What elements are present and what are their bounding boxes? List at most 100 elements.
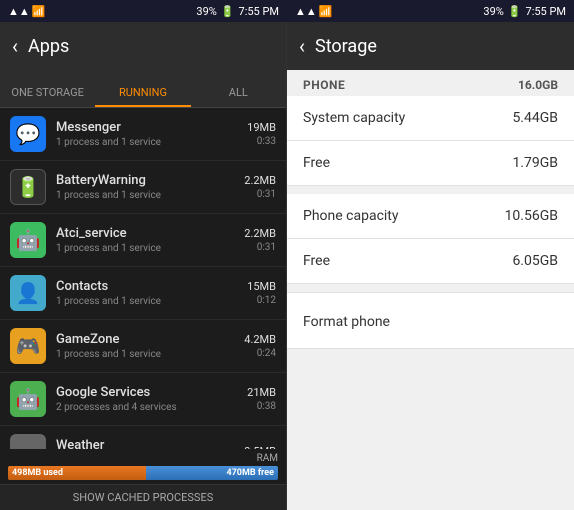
app-name: Contacts bbox=[56, 279, 247, 294]
tab-running[interactable]: RUNNING bbox=[95, 86, 190, 107]
app-time: 0:12 bbox=[247, 295, 276, 306]
right-time: 7:55 PM bbox=[526, 5, 566, 18]
list-item[interactable]: 🔋 BatteryWarning 1 process and 1 service… bbox=[0, 161, 286, 214]
show-cached-button[interactable]: SHOW CACHED PROCESSES bbox=[0, 484, 286, 510]
storage-item-free2: Free 6.05GB bbox=[287, 239, 574, 284]
app-size: 2.2MB bbox=[244, 174, 276, 187]
apps-header: ‹ Apps bbox=[0, 22, 286, 70]
app-time: 0:24 bbox=[244, 348, 276, 359]
storage-value: 10.56GB bbox=[505, 208, 558, 224]
app-info-atci: Atci_service 1 process and 1 service bbox=[56, 226, 244, 254]
app-icon-google: 🤖 bbox=[10, 381, 46, 417]
ram-bar: 498MB used 470MB free bbox=[8, 466, 278, 480]
app-desc: 1 process and 1 service bbox=[56, 190, 244, 201]
phone-section-label: PHONE bbox=[303, 78, 345, 92]
list-item[interactable]: ☁ Weather 1 process and 1 service 3.5MB bbox=[0, 426, 286, 449]
app-icon-messenger: 💬 bbox=[10, 116, 46, 152]
app-info-google: Google Services 2 processes and 4 servic… bbox=[56, 385, 247, 413]
app-meta-messenger: 19MB 0:33 bbox=[247, 121, 276, 147]
app-time: 0:33 bbox=[247, 136, 276, 147]
app-list: 💬 Messenger 1 process and 1 service 19MB… bbox=[0, 108, 286, 449]
tab-one-storage[interactable]: ONE STORAGE bbox=[0, 86, 95, 107]
ram-section: RAM 498MB used 470MB free bbox=[0, 449, 286, 484]
left-status-bar: ▲▲ 📶 39% 🔋 7:55 PM bbox=[0, 0, 287, 22]
format-phone-button[interactable]: Format phone bbox=[287, 292, 574, 349]
apps-tabs: ONE STORAGE RUNNING ALL bbox=[0, 70, 286, 108]
app-icon-contacts: 👤 bbox=[10, 275, 46, 311]
apps-panel: ‹ Apps ONE STORAGE RUNNING ALL 💬 Messeng… bbox=[0, 0, 287, 510]
app-meta-battery: 2.2MB 0:31 bbox=[244, 174, 276, 200]
ram-label: RAM bbox=[8, 453, 278, 464]
storage-label: Phone capacity bbox=[303, 208, 399, 224]
tab-all[interactable]: ALL bbox=[191, 86, 286, 107]
format-phone-label: Format phone bbox=[303, 314, 390, 330]
ram-used-bar: 498MB used bbox=[8, 466, 146, 480]
storage-panel: ‹ Storage PHONE 16.0GB System capacity 5… bbox=[287, 0, 574, 510]
app-icon-weather: ☁ bbox=[10, 434, 46, 449]
left-battery-icon: 🔋 bbox=[221, 5, 235, 18]
storage-value: 5.44GB bbox=[512, 110, 558, 126]
app-info-gamezone: GameZone 1 process and 1 service bbox=[56, 332, 244, 360]
apps-title: Apps bbox=[28, 36, 69, 57]
list-item[interactable]: 🎮 GameZone 1 process and 1 service 4.2MB… bbox=[0, 320, 286, 373]
app-meta-google: 21MB 0:38 bbox=[247, 386, 276, 412]
app-size: 19MB bbox=[247, 121, 276, 134]
app-meta-atci: 2.2MB 0:31 bbox=[244, 227, 276, 253]
app-time: 0:31 bbox=[244, 242, 276, 253]
app-desc: 1 process and 1 service bbox=[56, 137, 247, 148]
app-desc: 2 processes and 4 services bbox=[56, 402, 247, 413]
app-icon-battery: 🔋 bbox=[10, 169, 46, 205]
list-item[interactable]: 💬 Messenger 1 process and 1 service 19MB… bbox=[0, 108, 286, 161]
app-size: 4.2MB bbox=[244, 333, 276, 346]
app-size: 15MB bbox=[247, 280, 276, 293]
app-name: Weather bbox=[56, 438, 244, 449]
app-name: Atci_service bbox=[56, 226, 244, 241]
app-name: GameZone bbox=[56, 332, 244, 347]
list-item[interactable]: 🤖 Atci_service 1 process and 1 service 2… bbox=[0, 214, 286, 267]
phone-section-total: 16.0GB bbox=[518, 78, 558, 92]
storage-label: Free bbox=[303, 155, 330, 171]
left-wifi-icon: 📶 bbox=[32, 5, 46, 18]
storage-label: Free bbox=[303, 253, 330, 269]
app-name: Google Services bbox=[56, 385, 247, 400]
storage-item-system-capacity: System capacity 5.44GB bbox=[287, 96, 574, 141]
app-desc: 1 process and 1 service bbox=[56, 243, 244, 254]
app-size: 2.2MB bbox=[244, 227, 276, 240]
app-meta-gamezone: 4.2MB 0:24 bbox=[244, 333, 276, 359]
app-info-weather: Weather 1 process and 1 service bbox=[56, 438, 244, 449]
app-name: BatteryWarning bbox=[56, 173, 244, 188]
list-item[interactable]: 👤 Contacts 1 process and 1 service 15MB … bbox=[0, 267, 286, 320]
left-battery-percent: 39% bbox=[196, 5, 216, 18]
app-info-messenger: Messenger 1 process and 1 service bbox=[56, 120, 247, 148]
storage-item-phone-capacity: Phone capacity 10.56GB bbox=[287, 194, 574, 239]
right-status-bar: ▲▲ 📶 39% 🔋 7:55 PM bbox=[287, 0, 574, 22]
ram-free-bar: 470MB free bbox=[146, 466, 278, 480]
left-signal-icon: ▲▲ bbox=[8, 5, 30, 18]
apps-back-button[interactable]: ‹ bbox=[12, 34, 18, 58]
storage-value: 6.05GB bbox=[512, 253, 558, 269]
ram-used-text: 498MB used bbox=[12, 468, 63, 478]
storage-title: Storage bbox=[315, 36, 377, 57]
app-desc: 1 process and 1 service bbox=[56, 296, 247, 307]
right-battery-icon: 🔋 bbox=[508, 5, 522, 18]
app-time: 0:38 bbox=[247, 401, 276, 412]
app-desc: 1 process and 1 service bbox=[56, 349, 244, 360]
storage-back-button[interactable]: ‹ bbox=[299, 34, 305, 58]
storage-header: ‹ Storage bbox=[287, 22, 574, 70]
left-time: 7:55 PM bbox=[239, 5, 279, 18]
app-icon-atci: 🤖 bbox=[10, 222, 46, 258]
app-info-battery: BatteryWarning 1 process and 1 service bbox=[56, 173, 244, 201]
storage-list: PHONE 16.0GB System capacity 5.44GB Free… bbox=[287, 70, 574, 510]
app-size: 21MB bbox=[247, 386, 276, 399]
app-time: 0:31 bbox=[244, 189, 276, 200]
list-item[interactable]: 🤖 Google Services 2 processes and 4 serv… bbox=[0, 373, 286, 426]
storage-item-free1: Free 1.79GB bbox=[287, 141, 574, 186]
app-info-contacts: Contacts 1 process and 1 service bbox=[56, 279, 247, 307]
ram-free-text: 470MB free bbox=[226, 468, 274, 478]
storage-value: 1.79GB bbox=[512, 155, 558, 171]
phone-section-header: PHONE 16.0GB bbox=[287, 70, 574, 96]
right-wifi-icon: 📶 bbox=[319, 5, 333, 18]
storage-label: System capacity bbox=[303, 110, 405, 126]
app-icon-gamezone: 🎮 bbox=[10, 328, 46, 364]
app-name: Messenger bbox=[56, 120, 247, 135]
